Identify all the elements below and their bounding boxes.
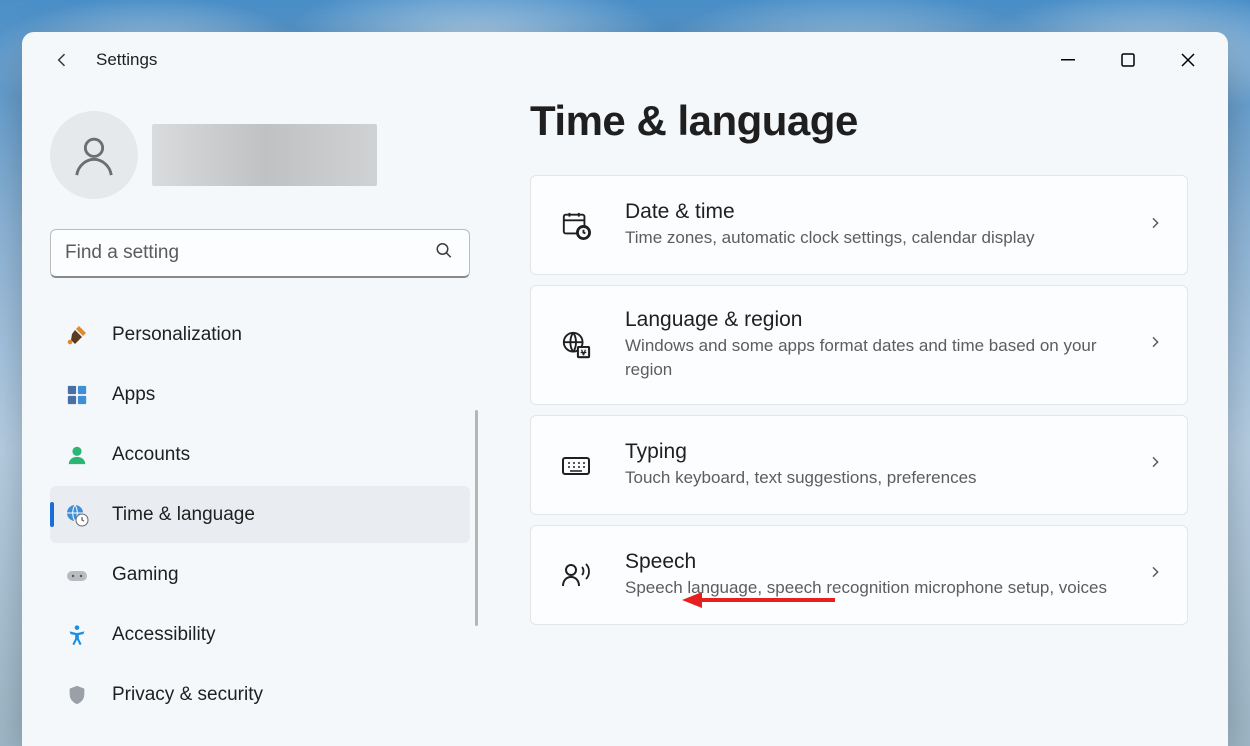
close-button[interactable] (1158, 32, 1218, 87)
card-title: Date & time (625, 200, 1107, 224)
card-date-time[interactable]: Date & time Time zones, automatic clock … (530, 175, 1188, 275)
apps-icon (64, 382, 90, 408)
back-button[interactable] (46, 44, 78, 76)
sidebar-item-label: Accounts (112, 444, 190, 466)
card-language-region[interactable]: Language & region Windows and some apps … (530, 285, 1188, 405)
shield-icon (64, 682, 90, 708)
chevron-right-icon (1147, 334, 1163, 355)
user-name-placeholder (152, 124, 377, 186)
sidebar-item-privacy-security[interactable]: Privacy & security (50, 666, 470, 723)
nav-list: Personalization Apps Accounts (50, 306, 470, 726)
search-icon (435, 242, 453, 265)
sidebar-item-label: Personalization (112, 324, 242, 346)
titlebar: Settings (22, 32, 1228, 87)
calendar-clock-icon (559, 210, 593, 240)
card-desc: Time zones, automatic clock settings, ca… (625, 226, 1107, 250)
card-speech[interactable]: Speech Speech language, speech recogniti… (530, 525, 1188, 625)
sidebar-item-label: Apps (112, 384, 155, 406)
sidebar-item-label: Gaming (112, 564, 179, 586)
search-input[interactable] (65, 242, 419, 264)
settings-window: Settings (22, 32, 1228, 746)
keyboard-icon (559, 449, 593, 481)
sidebar-item-label: Accessibility (112, 624, 215, 646)
globe-clock-icon (64, 502, 90, 528)
page-title: Time & language (530, 97, 1188, 145)
sidebar-item-apps[interactable]: Apps (50, 366, 470, 423)
sidebar-item-label: Time & language (112, 504, 255, 526)
chevron-right-icon (1147, 454, 1163, 475)
main-content: Time & language Date & time Time zones, … (492, 87, 1228, 746)
maximize-button[interactable] (1098, 32, 1158, 87)
avatar[interactable] (50, 111, 138, 199)
minimize-button[interactable] (1038, 32, 1098, 87)
sidebar-item-gaming[interactable]: Gaming (50, 546, 470, 603)
globe-language-icon (559, 330, 593, 360)
card-desc: Windows and some apps format dates and t… (625, 334, 1107, 382)
nav-scrollbar[interactable] (475, 410, 478, 626)
sidebar-item-accounts[interactable]: Accounts (50, 426, 470, 483)
card-title: Typing (625, 440, 1107, 464)
speech-icon (559, 559, 593, 591)
sidebar-item-personalization[interactable]: Personalization (50, 306, 470, 363)
sidebar-item-time-language[interactable]: Time & language (50, 486, 470, 543)
paintbrush-icon (64, 322, 90, 348)
card-desc: Speech language, speech recognition micr… (625, 576, 1107, 600)
sidebar-item-label: Privacy & security (112, 684, 263, 706)
search-box[interactable] (50, 229, 470, 278)
card-typing[interactable]: Typing Touch keyboard, text suggestions,… (530, 415, 1188, 515)
gamepad-icon (64, 562, 90, 588)
app-title: Settings (96, 50, 157, 70)
card-title: Language & region (625, 308, 1107, 332)
chevron-right-icon (1147, 215, 1163, 236)
chevron-right-icon (1147, 564, 1163, 585)
sidebar: Personalization Apps Accounts (22, 87, 492, 746)
card-desc: Touch keyboard, text suggestions, prefer… (625, 466, 1107, 490)
accessibility-icon (64, 622, 90, 648)
profile-block (50, 111, 470, 199)
sidebar-item-accessibility[interactable]: Accessibility (50, 606, 470, 663)
person-icon (64, 442, 90, 468)
card-title: Speech (625, 550, 1107, 574)
